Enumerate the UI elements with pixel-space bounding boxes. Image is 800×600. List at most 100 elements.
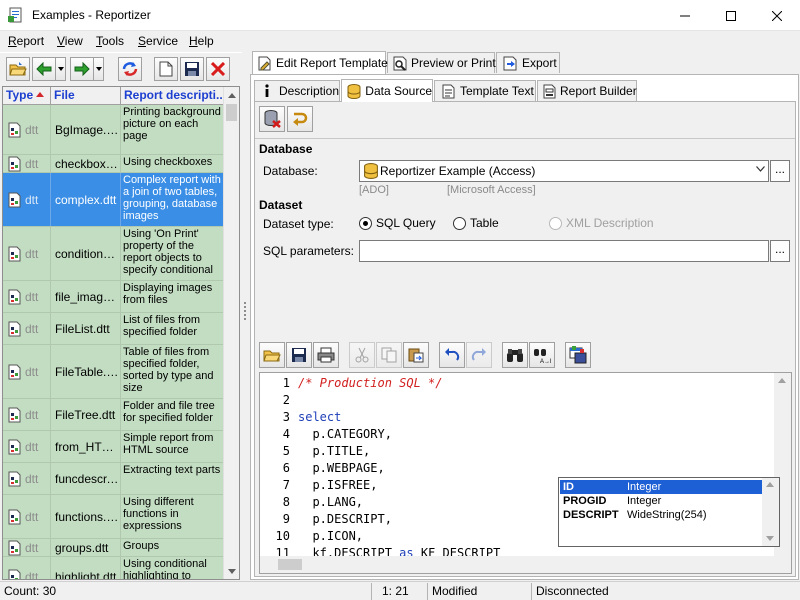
cell-file: conditional.... [51,227,121,280]
cell-file: checkbox.dtt [51,155,121,172]
sql-parameters-browse-button[interactable]: ... [770,240,790,262]
database-browse-button[interactable]: ... [770,160,790,182]
tab-description[interactable]: Description [254,80,340,101]
menu-view[interactable]: View [57,34,83,48]
editor-horizontal-scrollbar[interactable] [260,556,776,573]
table-row[interactable]: dtt BgImage.dtt Printing background pictur… [3,105,225,155]
table-row[interactable]: dtt FileList.dtt List of files from specif… [3,313,225,345]
arrow-curve-icon [293,112,308,126]
new-report-button[interactable] [154,57,178,81]
column-type-header[interactable]: Type [3,87,51,105]
tab-report-builder[interactable]: Report Builder [537,80,637,101]
report-file-icon [8,471,21,486]
forward-button[interactable] [70,57,94,81]
copy-button[interactable] [376,342,402,368]
table-row[interactable]: dtt checkbox.dtt Using checkboxes [3,155,225,173]
find-button[interactable] [502,342,528,368]
menu-report[interactable]: Report [8,34,44,48]
table-row[interactable]: dtt file_image.... Displaying images from … [3,281,225,313]
cell-file: funcdescr.dtt [51,463,121,494]
panel-splitter[interactable] [242,52,248,580]
chevron-up-icon [778,378,786,383]
cell-file: FileList.dtt [51,313,121,344]
print-sql-button[interactable] [313,342,339,368]
cell-type: dtt [3,539,51,556]
open-sql-button[interactable] [259,342,285,368]
cell-description: List of files from specified folder [121,313,225,344]
autocomplete-item[interactable]: PROGID Integer [560,494,762,508]
refresh-data-button[interactable] [287,106,313,132]
paste-icon [408,348,424,363]
cell-file: functions.dtt [51,495,121,538]
column-file-header[interactable]: File [51,87,121,105]
menu-tools[interactable]: Tools [96,34,124,48]
table-row[interactable]: dtt FileTree.dtt Folder and file tree for … [3,399,225,431]
cell-description: Printing background picture on each page [121,105,225,154]
query-builder-button[interactable] [565,342,591,368]
delete-button[interactable] [206,57,230,81]
redo-button[interactable] [466,342,492,368]
table-row[interactable]: dtt conditional.... Using 'On Print' prope… [3,227,225,281]
paste-button[interactable] [403,342,429,368]
refresh-button[interactable] [118,57,142,81]
undo-button[interactable] [439,342,465,368]
tab-export[interactable]: Export [496,52,560,73]
maximize-button[interactable] [708,0,754,31]
save-sql-button[interactable] [286,342,312,368]
back-dropdown[interactable] [56,57,66,81]
tab-edit-report-template[interactable]: Edit Report Template [252,51,388,74]
autocomplete-item[interactable]: DESCRIPT WideString(254) [560,508,762,522]
menu-help[interactable]: Help [189,34,214,48]
table-row[interactable]: dtt complex.dtt Complex report with a join… [3,173,225,227]
grid-scrollbar[interactable] [223,87,239,579]
radio-table[interactable]: Table [453,216,499,230]
file-type: dtt [25,407,39,422]
scroll-thumb[interactable] [226,104,237,121]
close-button[interactable] [754,0,800,31]
line-number: 5 [282,444,290,458]
table-row[interactable]: dtt funcdescr.dtt Extracting text parts [3,463,225,495]
code-line: p.DESCRIPT, [298,512,392,526]
scroll-down-arrow[interactable] [224,563,239,579]
scroll-thumb[interactable] [278,559,302,570]
tab-data-source[interactable]: Data Source [341,79,433,102]
replace-button[interactable]: A→B [529,342,555,368]
code-line: p.TITLE, [298,444,371,458]
database-select[interactable]: Reportizer Example (Access) [359,160,769,182]
back-button[interactable] [32,57,56,81]
column-description-header[interactable]: Report descripti... [121,87,225,105]
tab-template-text[interactable]: Template Text [434,80,536,101]
radio-indicator [359,216,372,230]
table-row[interactable]: dtt highlight.dtt Using conditional highli… [3,557,225,579]
forward-dropdown[interactable] [94,57,104,81]
open-folder-button[interactable] [6,57,30,81]
file-name: FileList.dtt [55,321,110,336]
table-row[interactable]: dtt from_HTM.... Simple report from HTML s… [3,431,225,463]
minimize-button[interactable] [662,0,708,31]
svg-text:A→B: A→B [540,359,551,364]
menu-service[interactable]: Service [138,34,178,48]
cell-description: Using checkboxes [121,155,225,172]
radio-sql-query[interactable]: SQL Query [359,216,436,230]
table-row[interactable]: dtt functions.dtt Using different function… [3,495,225,539]
report-file-icon [8,407,21,422]
radio-indicator [453,216,466,230]
grid-header: Type File Report descripti... [3,87,225,105]
line-number: 4 [282,427,290,441]
sql-parameters-input[interactable] [359,240,769,262]
report-description: Displaying images from files [123,282,213,306]
disconnect-database-button[interactable] [259,106,285,132]
table-row[interactable]: dtt groups.dtt Groups [3,539,225,557]
autocomplete-scrollbar[interactable] [762,478,779,546]
file-name: funcdescr.dtt [55,471,119,486]
tab-preview-or-print[interactable]: Preview or Print [387,52,496,73]
table-row[interactable]: dtt FileTable.dtt Table of files from spec… [3,345,225,399]
save-button[interactable] [180,57,204,81]
report-builder-icon [543,83,556,99]
autocomplete-item[interactable]: ID Integer [560,480,762,494]
file-name: conditional.... [55,246,119,261]
chevron-up-icon [228,92,236,98]
scroll-up-arrow[interactable] [224,87,239,103]
cut-button[interactable] [349,342,375,368]
status-count: Count: 30 [0,583,372,600]
